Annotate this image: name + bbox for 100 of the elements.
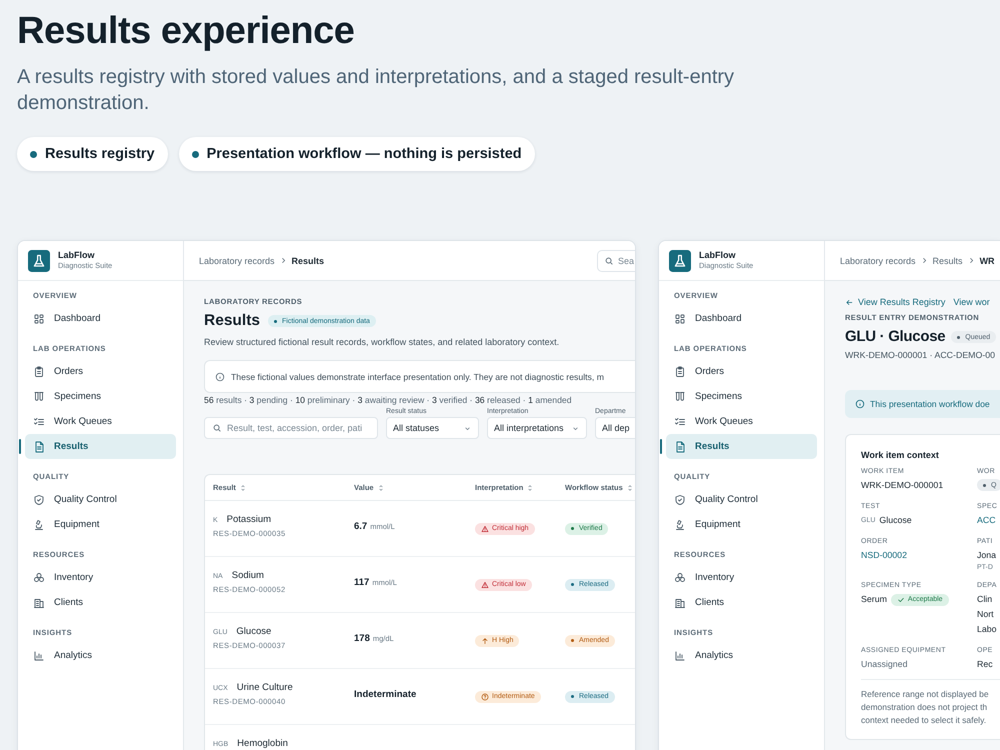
sort-icon [626, 484, 634, 492]
breadcrumb-link[interactable]: Laboratory records [199, 256, 275, 266]
pill-label: Presentation workflow — nothing is persisted [206, 146, 522, 162]
result-value: Indeterminate [354, 689, 416, 700]
shield-check-icon [674, 494, 686, 506]
sidebar-item[interactable]: Dashboard [25, 306, 176, 331]
card-title: Work item context [861, 449, 940, 461]
sidebar-item[interactable]: Orders [25, 359, 176, 384]
page-description: Review structured fictional result records, workflow states, and related laboratory context. [204, 336, 560, 348]
filter-dropdown[interactable]: All statuses [386, 417, 479, 439]
nav-link[interactable]: View wor [953, 297, 990, 307]
nav-link[interactable]: View Results Registry [845, 297, 946, 307]
notice-text: This presentation workflow doe [870, 399, 990, 409]
info-icon [215, 372, 225, 382]
sort-icon [526, 484, 534, 492]
dot-icon [30, 150, 37, 158]
field-value: Serum [861, 593, 887, 606]
grid-icon [674, 312, 686, 324]
shield-check-icon [33, 494, 45, 506]
page-heading: GLU · Glucose [845, 327, 946, 347]
sidebar-item[interactable]: Specimens [666, 384, 817, 409]
search-field[interactable]: Result, test, accession, order, pati [204, 417, 378, 439]
clipboard-icon [674, 366, 686, 378]
field-value: Rec [977, 658, 993, 671]
field-value: Labo [977, 623, 997, 636]
sidebar-item[interactable]: Work Queues [666, 409, 817, 434]
clipboard-icon [33, 366, 45, 378]
warning-icon [481, 524, 489, 532]
record-link[interactable]: ACC [977, 514, 996, 527]
search-icon [212, 423, 222, 433]
circles-icon [674, 572, 686, 584]
breadcrumb-link[interactable]: Results [932, 256, 963, 266]
record-link[interactable]: NSD-00002 [861, 549, 907, 562]
record-ids: WRK-DEMO-000001 · ACC-DEMO-00 [845, 350, 996, 360]
page-subtitle: A results registry with stored values and interpretations, and a staged result-entry demonstration. [17, 65, 736, 116]
checklist-icon [33, 416, 45, 428]
field-value: Jona [977, 549, 996, 562]
note-text: context needed to select it safely. [861, 714, 988, 727]
note-text: Reference range not displayed be [861, 688, 990, 701]
bar-chart-icon [674, 650, 686, 662]
sidebar-item[interactable]: Dashboard [666, 306, 817, 331]
field-value: WRK-DEMO-000001 [861, 479, 944, 492]
circles-icon [33, 572, 45, 584]
building-icon [674, 596, 686, 608]
sidebar-item[interactable]: Clients [25, 590, 176, 615]
page-title: Results experience [17, 9, 356, 54]
sidebar-item[interactable]: Orders [666, 359, 817, 384]
field-value: Clin [977, 593, 992, 606]
test-tubes-icon [33, 390, 45, 402]
search-placeholder: Sea [618, 256, 634, 266]
test-name: Potassium [226, 513, 272, 527]
breadcrumb-link[interactable]: Results [292, 256, 324, 266]
test-name: Urine Culture [236, 681, 293, 695]
flask-logo-icon [28, 250, 50, 272]
test-name: Glucose [236, 625, 272, 639]
result-value: 178 [354, 633, 370, 644]
sidebar-item[interactable]: Quality Control [666, 487, 817, 512]
dot-icon [192, 150, 199, 158]
result-value: 117 [354, 577, 370, 588]
brand-name: LabFlow [699, 250, 736, 261]
sort-icon [376, 484, 385, 492]
search-field[interactable]: Sea [597, 250, 635, 272]
flask-logo-icon [669, 250, 691, 272]
sidebar-item[interactable]: Quality Control [25, 487, 176, 512]
result-value: 6.7 [354, 521, 368, 532]
check-icon [896, 596, 905, 604]
arrow-left-icon [845, 298, 854, 306]
sidebar-item[interactable]: Inventory [25, 565, 176, 590]
grid-icon [33, 312, 45, 324]
microscope-icon [674, 518, 686, 530]
document-icon [674, 440, 686, 452]
arrow-up-icon [481, 636, 489, 644]
sidebar-item[interactable]: Equipment [666, 512, 817, 537]
sidebar-item[interactable]: Inventory [666, 565, 817, 590]
filter-dropdown[interactable]: All dep [595, 417, 635, 439]
pill-label: Results registry [45, 146, 155, 162]
document-icon [33, 440, 45, 452]
sort-icon [238, 484, 247, 492]
test-name: Hemoglobin [237, 737, 288, 750]
breadcrumb-link[interactable]: WR [980, 256, 995, 266]
brand-name: LabFlow [58, 250, 96, 261]
results-summary: 56 results · 3 pending · 10 preliminary · 3 awaiting review · 3 verified · 36 released · 1 amended [204, 395, 573, 406]
test-tubes-icon [674, 390, 686, 402]
sidebar-item[interactable]: Analytics [25, 643, 176, 668]
filter-dropdown[interactable]: All interpretations [487, 417, 587, 439]
warning-icon [481, 580, 489, 588]
sidebar-item[interactable]: Clients [666, 590, 817, 615]
sidebar-item[interactable]: Equipment [25, 512, 176, 537]
sidebar-item[interactable]: Work Queues [25, 409, 176, 434]
breadcrumb-link[interactable]: Laboratory records [840, 256, 916, 266]
bar-chart-icon [33, 650, 45, 662]
test-name: Sodium [232, 569, 264, 583]
search-icon [604, 256, 614, 266]
sidebar-item[interactable]: Analytics [666, 643, 817, 668]
page-heading: Results [204, 311, 260, 331]
notice-text: These fictional values demonstrate interface presentation only. They are not diagnostic results, m [231, 372, 604, 382]
building-icon [33, 596, 45, 608]
sidebar-item[interactable]: Specimens [25, 384, 176, 409]
info-icon [855, 399, 865, 409]
microscope-icon [33, 518, 45, 530]
